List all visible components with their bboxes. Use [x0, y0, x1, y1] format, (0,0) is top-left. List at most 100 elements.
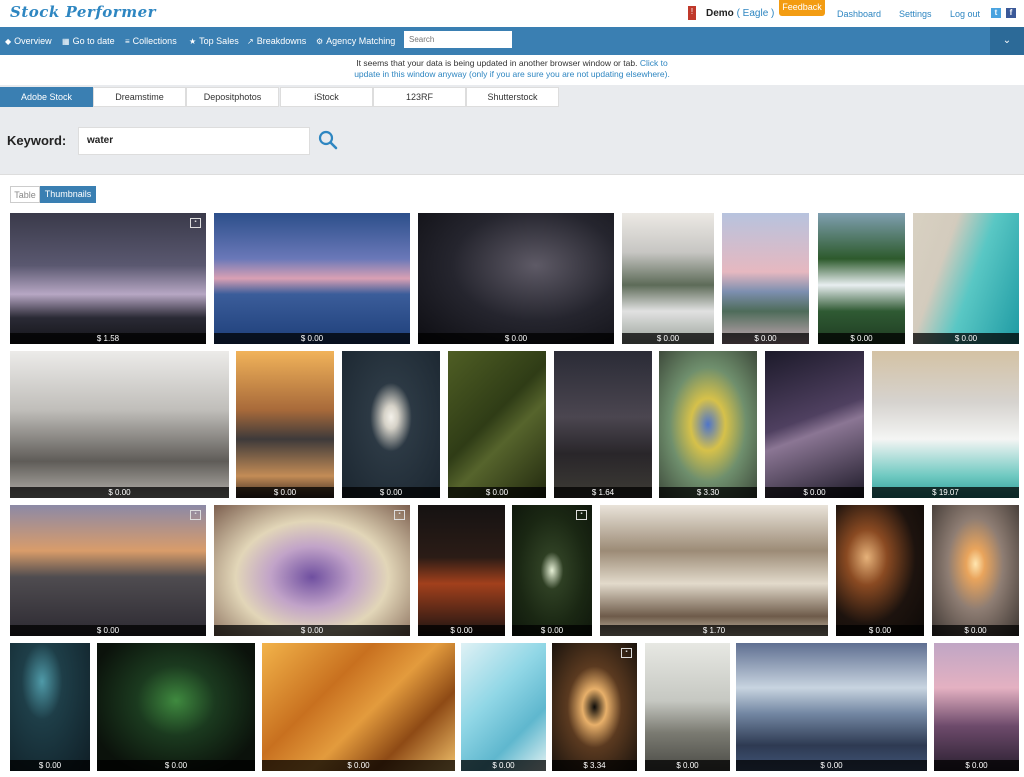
- app-logo[interactable]: Stock Performer: [10, 3, 156, 21]
- tab-shutterstock[interactable]: Shutterstock: [466, 87, 559, 107]
- tab-istock[interactable]: iStock: [280, 87, 373, 107]
- thumbnail-price: $ 0.00: [448, 487, 546, 498]
- facebook-icon[interactable]: f: [1006, 8, 1016, 18]
- tab-adobe-stock[interactable]: Adobe Stock: [0, 87, 93, 107]
- overview-icon: ◆: [5, 37, 12, 46]
- thumbnail-image[interactable]: $ 1.64: [554, 351, 652, 498]
- nav-agency-matching[interactable]: ⚙ Agency Matching: [316, 36, 395, 46]
- thumbnail-image[interactable]: $ 0.00: [765, 351, 864, 498]
- thumbnail-image[interactable]: ▪ $ 0.00: [512, 505, 592, 636]
- thumbnail-image[interactable]: ▪ $ 3.34: [552, 643, 637, 771]
- thumbnail-image[interactable]: ▪ $ 1.58: [10, 213, 206, 344]
- tab-depositphotos[interactable]: Depositphotos: [186, 87, 279, 107]
- chevron-down-icon[interactable]: ⌄: [990, 27, 1024, 55]
- gear-icon: ⚙: [316, 37, 324, 46]
- thumbnail-image[interactable]: $ 0.00: [262, 643, 455, 771]
- nav-agency-matching-label: Agency Matching: [326, 36, 396, 46]
- thumbnail-image[interactable]: $ 0.00: [932, 505, 1019, 636]
- thumbnail-price: $ 0.00: [512, 625, 592, 636]
- thumbnail-image[interactable]: $ 0.00: [818, 213, 905, 344]
- thumbnail-price: $ 19.07: [872, 487, 1019, 498]
- thumbnail-price: $ 0.00: [10, 760, 90, 771]
- notice-link-start[interactable]: Click to: [640, 58, 668, 68]
- thumbnail-image[interactable]: $ 0.00: [836, 505, 924, 636]
- user-label: Demo: [706, 8, 734, 19]
- dashboard-link[interactable]: Dashboard: [837, 9, 881, 19]
- nav-overview[interactable]: ◆ Overview: [5, 36, 52, 46]
- user-menu[interactable]: Demo ( Eagle ): [706, 8, 774, 19]
- search-icon[interactable]: [318, 130, 338, 150]
- thumbnail-price: $ 1.58: [10, 333, 206, 344]
- thumbnail-image[interactable]: $ 0.00: [342, 351, 440, 498]
- keyword-input[interactable]: water: [78, 127, 310, 155]
- thumbnail-price: $ 0.00: [418, 625, 505, 636]
- thumbnail-price: $ 0.00: [645, 760, 730, 771]
- thumbnail-image[interactable]: $ 0.00: [236, 351, 334, 498]
- thumbnail-image[interactable]: ▪ $ 0.00: [10, 505, 206, 636]
- thumbnail-price: $ 0.00: [622, 333, 714, 344]
- feedback-button[interactable]: Feedback: [779, 0, 825, 16]
- star-icon: ★: [189, 37, 197, 46]
- thumbnail-image[interactable]: $ 0.00: [448, 351, 546, 498]
- thumbnail-price: $ 0.00: [10, 625, 206, 636]
- chart-icon: ↗: [247, 37, 254, 46]
- thumbnail-price: $ 0.00: [736, 760, 927, 771]
- thumbnail-price: $ 0.00: [461, 760, 546, 771]
- thumbnail-image[interactable]: $ 1.70: [600, 505, 828, 636]
- nav-search-input[interactable]: [404, 31, 512, 48]
- nav-go-to-date-label: Go to date: [72, 36, 115, 46]
- thumbnail-image[interactable]: $ 0.00: [913, 213, 1019, 344]
- image-type-icon: ▪: [190, 218, 201, 228]
- nav-top-sales-label: Top Sales: [199, 36, 239, 46]
- thumbnail-price: $ 0.00: [722, 333, 809, 344]
- notification-flag-icon[interactable]: !: [688, 6, 696, 20]
- calendar-icon: ▦: [62, 37, 70, 46]
- thumbnail-image[interactable]: $ 3.30: [659, 351, 757, 498]
- thumbnail-image[interactable]: $ 0.00: [418, 505, 505, 636]
- view-table-button[interactable]: Table: [10, 186, 40, 203]
- thumbnail-image[interactable]: $ 0.00: [461, 643, 546, 771]
- thumbnail-image[interactable]: $ 0.00: [418, 213, 614, 344]
- update-notice: It seems that your data is being updated…: [0, 55, 1024, 85]
- thumbnail-image[interactable]: $ 0.00: [736, 643, 927, 771]
- nav-top-sales[interactable]: ★ Top Sales: [189, 36, 239, 46]
- thumbnail-price: $ 0.00: [10, 487, 229, 498]
- thumbnail-price: $ 0.00: [765, 487, 864, 498]
- nav-collections-label: Collections: [132, 36, 177, 46]
- user-plan: ( Eagle ): [736, 8, 775, 19]
- main-nav: ◆ Overview ▦ Go to date ≡ Collections ★ Top …: [0, 27, 1024, 55]
- thumbnail-image[interactable]: $ 0.00: [645, 643, 730, 771]
- tab-123rf[interactable]: 123RF: [373, 87, 466, 107]
- image-type-icon: ▪: [190, 510, 201, 520]
- thumbnail-image[interactable]: $ 0.00: [622, 213, 714, 344]
- twitter-icon[interactable]: t: [991, 8, 1001, 18]
- thumbnail-price: $ 0.00: [262, 760, 455, 771]
- thumbnail-price: $ 0.00: [934, 760, 1019, 771]
- thumbnail-price: $ 0.00: [342, 487, 440, 498]
- tab-dreamstime[interactable]: Dreamstime: [93, 87, 186, 107]
- thumbnail-image[interactable]: $ 0.00: [10, 643, 90, 771]
- view-thumbnails-button[interactable]: Thumbnails: [40, 186, 96, 203]
- settings-link[interactable]: Settings: [899, 9, 932, 19]
- thumbnail-image[interactable]: $ 0.00: [722, 213, 809, 344]
- notice-text: It seems that your data is being updated…: [356, 58, 638, 68]
- thumbnail-price: $ 0.00: [214, 333, 410, 344]
- top-bar: Stock Performer ! Demo ( Eagle ) Feedbac…: [0, 0, 1024, 27]
- thumbnail-price: $ 0.00: [932, 625, 1019, 636]
- thumbnail-image[interactable]: $ 19.07: [872, 351, 1019, 498]
- thumbnail-image[interactable]: $ 0.00: [10, 351, 229, 498]
- thumbnail-image[interactable]: $ 0.00: [934, 643, 1019, 771]
- thumbnail-image[interactable]: ▪ $ 0.00: [214, 505, 410, 636]
- nav-collections[interactable]: ≡ Collections: [125, 36, 177, 46]
- nav-breakdowns[interactable]: ↗ Breakdowns: [247, 36, 306, 46]
- thumbnail-image[interactable]: $ 0.00: [214, 213, 410, 344]
- keyword-label: Keyword:: [7, 133, 67, 148]
- logout-link[interactable]: Log out: [950, 9, 980, 19]
- notice-link-end[interactable]: update in this window anyway (only if yo…: [354, 69, 670, 79]
- thumbnail-price: $ 0.00: [418, 333, 614, 344]
- nav-go-to-date[interactable]: ▦ Go to date: [62, 36, 115, 46]
- image-type-icon: ▪: [576, 510, 587, 520]
- thumbnail-price: $ 0.00: [836, 625, 924, 636]
- thumbnail-image[interactable]: $ 0.00: [97, 643, 255, 771]
- thumbnail-price: $ 0.00: [913, 333, 1019, 344]
